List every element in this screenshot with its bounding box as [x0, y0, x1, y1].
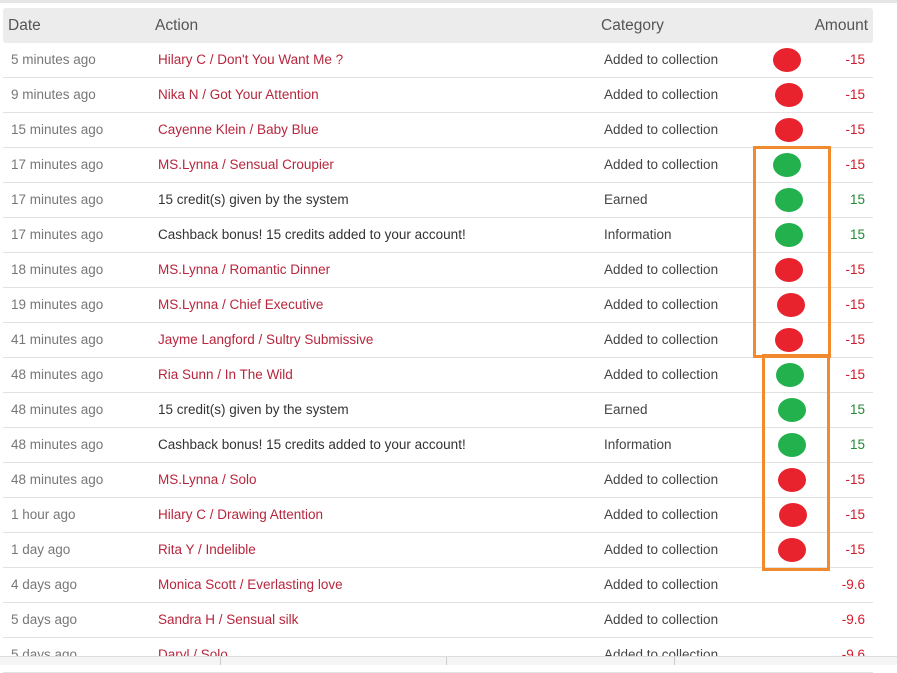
row-date: 17 minutes ago — [11, 227, 104, 242]
row-amount: 15 — [849, 192, 865, 207]
row-category: Earned — [604, 192, 648, 207]
row-date: 18 minutes ago — [11, 262, 104, 277]
row-action-link[interactable]: MS.Lynna / Solo — [158, 472, 257, 487]
row-amount: -15 — [845, 297, 865, 312]
row-action-link[interactable]: MS.Lynna / Romantic Dinner — [158, 262, 330, 277]
row-action-link[interactable]: Nika N / Got Your Attention — [158, 87, 319, 102]
red-status-dot-icon — [773, 48, 801, 72]
row-date: 15 minutes ago — [11, 122, 104, 137]
row-category: Added to collection — [604, 122, 719, 137]
row-date: 5 days ago — [11, 612, 78, 627]
row-amount: -9.6 — [841, 612, 865, 627]
row-action-text: Cashback bonus! 15 credits added to your… — [158, 227, 466, 242]
table-row: 17 minutes ago 15 credit(s) given by the … — [3, 183, 873, 218]
row-category: Added to collection — [604, 297, 719, 312]
row-amount: -9.6 — [841, 577, 865, 592]
row-amount: -15 — [845, 122, 865, 137]
row-action-link[interactable]: Jayme Langford / Sultry Submissive — [158, 332, 373, 347]
row-category: Added to collection — [604, 472, 719, 487]
row-date: 17 minutes ago — [11, 157, 104, 172]
row-date: 1 day ago — [11, 542, 71, 557]
row-category: Added to collection — [604, 612, 719, 627]
table-row: 17 minutes ago Cashback bonus! 15 credits… — [3, 218, 873, 253]
row-amount: -15 — [845, 332, 865, 347]
row-amount: 15 — [849, 437, 865, 452]
table-row: 9 minutes ago Nika N / Got Your Attention… — [3, 78, 873, 113]
row-date: 1 hour ago — [11, 507, 76, 522]
table-row: 18 minutes ago MS.Lynna / Romantic Dinner… — [3, 253, 873, 288]
header-action[interactable]: Action — [155, 17, 198, 35]
row-action-link[interactable]: MS.Lynna / Chief Executive — [158, 297, 323, 312]
row-amount: 15 — [849, 227, 865, 242]
row-date: 41 minutes ago — [11, 332, 104, 347]
row-amount: -15 — [845, 367, 865, 382]
highlight-box-2 — [762, 354, 830, 571]
table-row: 19 minutes ago MS.Lynna / Chief Executive… — [3, 288, 873, 323]
header-date[interactable]: Date — [8, 17, 41, 35]
table-row: 48 minutes ago MS.Lynna / Solo Added to co… — [3, 463, 873, 498]
row-action-link[interactable]: Rita Y / Indelible — [158, 542, 256, 557]
header-category[interactable]: Category — [601, 17, 664, 35]
table-row: 48 minutes ago Ria Sunn / In The Wild Adde… — [3, 358, 873, 393]
row-category: Added to collection — [604, 542, 719, 557]
row-category: Added to collection — [604, 332, 719, 347]
table-row: 5 minutes ago Hilary C / Don't You Want M… — [3, 43, 873, 78]
table-row: 1 day ago Rita Y / Indelible Added to coll… — [3, 533, 873, 568]
transactions-table: Date Action Category Amount 5 minutes ag… — [3, 8, 873, 673]
row-category: Information — [604, 227, 672, 242]
row-amount: -15 — [845, 52, 865, 67]
row-date: 5 minutes ago — [11, 52, 96, 67]
table-row: 1 hour ago Hilary C / Drawing Attention Ad… — [3, 498, 873, 533]
table-row: 48 minutes ago 15 credit(s) given by the … — [3, 393, 873, 428]
row-category: Added to collection — [604, 262, 719, 277]
row-action-link[interactable]: Sandra H / Sensual silk — [158, 612, 298, 627]
red-status-dot-icon — [775, 83, 803, 107]
row-category: Added to collection — [604, 577, 719, 592]
row-action-text: Cashback bonus! 15 credits added to your… — [158, 437, 466, 452]
row-action-link[interactable]: Cayenne Klein / Baby Blue — [158, 122, 319, 137]
row-category: Added to collection — [604, 87, 719, 102]
table-row: 15 minutes ago Cayenne Klein / Baby Blue A… — [3, 113, 873, 148]
highlight-box-1 — [753, 146, 831, 358]
table-row: 17 minutes ago MS.Lynna / Sensual Croupie… — [3, 148, 873, 183]
row-category: Earned — [604, 402, 648, 417]
row-amount: -15 — [845, 507, 865, 522]
row-date: 48 minutes ago — [11, 472, 104, 487]
top-border — [0, 0, 897, 3]
row-amount: -15 — [845, 472, 865, 487]
row-date: 19 minutes ago — [11, 297, 104, 312]
row-category: Added to collection — [604, 507, 719, 522]
row-action-text: 15 credit(s) given by the system — [158, 402, 349, 417]
row-date: 9 minutes ago — [11, 87, 96, 102]
row-amount: 15 — [849, 402, 865, 417]
row-date: 48 minutes ago — [11, 367, 104, 382]
row-action-link[interactable]: MS.Lynna / Sensual Croupier — [158, 157, 334, 172]
row-amount: -15 — [845, 542, 865, 557]
row-date: 48 minutes ago — [11, 437, 104, 452]
row-amount: -15 — [845, 87, 865, 102]
row-action-link[interactable]: Monica Scott / Everlasting love — [158, 577, 343, 592]
table-row: 48 minutes ago Cashback bonus! 15 credits… — [3, 428, 873, 463]
row-category: Added to collection — [604, 52, 719, 67]
row-date: 4 days ago — [11, 577, 78, 592]
row-action-link[interactable]: Ria Sunn / In The Wild — [158, 367, 293, 382]
table-header: Date Action Category Amount — [3, 8, 873, 43]
row-category: Added to collection — [604, 157, 719, 172]
row-date: 48 minutes ago — [11, 402, 104, 417]
red-status-dot-icon — [775, 118, 803, 142]
table-row: 41 minutes ago Jayme Langford / Sultry Su… — [3, 323, 873, 358]
row-amount: -15 — [845, 262, 865, 277]
row-amount: -15 — [845, 157, 865, 172]
table-row: 4 days ago Monica Scott / Everlasting lov… — [3, 568, 873, 603]
row-category: Information — [604, 437, 672, 452]
horizontal-scrollbar[interactable] — [0, 656, 897, 665]
table-row: 5 days ago Sandra H / Sensual silk Added t… — [3, 603, 873, 638]
row-category: Added to collection — [604, 367, 719, 382]
header-amount[interactable]: Amount — [815, 17, 868, 35]
table-body: 5 minutes ago Hilary C / Don't You Want M… — [3, 43, 873, 673]
row-action-link[interactable]: Hilary C / Don't You Want Me ? — [158, 52, 343, 67]
row-action-text: 15 credit(s) given by the system — [158, 192, 349, 207]
row-action-link[interactable]: Hilary C / Drawing Attention — [158, 507, 323, 522]
row-date: 17 minutes ago — [11, 192, 104, 207]
